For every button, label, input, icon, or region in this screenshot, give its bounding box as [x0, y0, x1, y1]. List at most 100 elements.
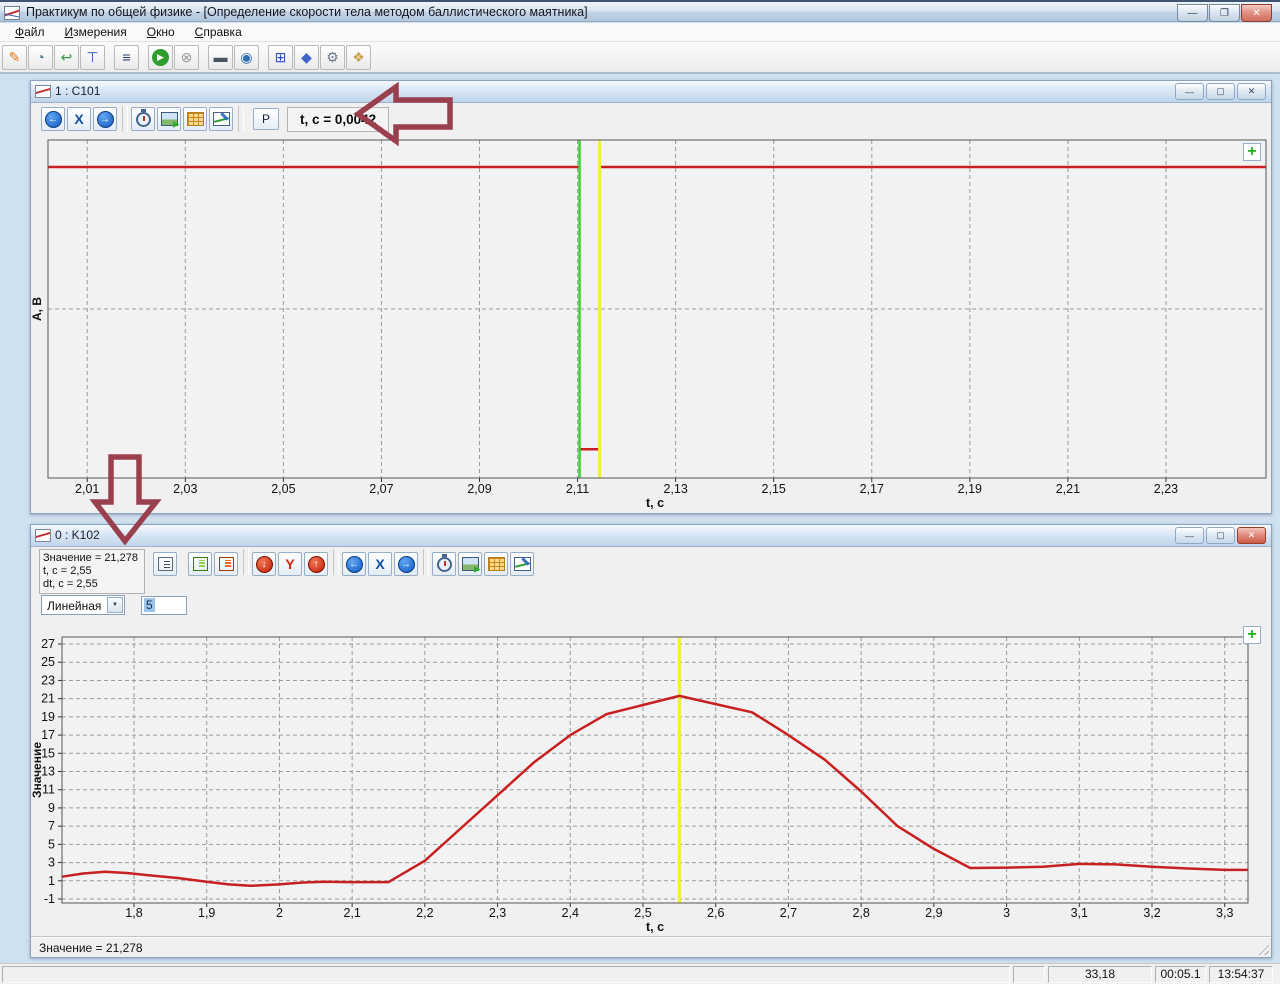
stop-measurement-button[interactable]: ⊗ [174, 45, 199, 70]
scroll-left-button[interactable]: ← [342, 552, 366, 576]
close-button[interactable]: ✕ [1237, 527, 1266, 544]
mdi-area: 1 : C101 —▢✕ ←X→ P t, c = 0,0042 2,012,0… [0, 74, 1280, 963]
status-value-panel: 33,18 [1048, 966, 1152, 983]
scroll-left-button[interactable]: ← [41, 107, 65, 131]
undo-calibration-button[interactable]: ↩ [54, 45, 79, 70]
minimize-button[interactable]: — [1177, 4, 1208, 22]
scale-down-button[interactable]: ↓ [252, 552, 276, 576]
k102-title-bar[interactable]: 0 : K102 —▢✕ [31, 525, 1271, 547]
scroll-right-button[interactable]: → [394, 552, 418, 576]
status-clock-panel: 13:54:37 [1209, 966, 1273, 983]
camera-button[interactable]: ◉ [234, 45, 259, 70]
list-red-button[interactable] [214, 552, 238, 576]
p-button[interactable]: P [253, 108, 279, 130]
stopwatch-button[interactable] [432, 552, 456, 576]
x-tick-label: 2,19 [958, 482, 982, 496]
menu-measurements[interactable]: Измерения [55, 23, 137, 41]
stopwatch-button[interactable] [131, 107, 155, 131]
pencil-tool-button[interactable]: ✎ [2, 45, 27, 70]
values-list-button[interactable] [153, 552, 177, 576]
scroll-left-icon: ← [346, 556, 363, 573]
zoom-in-button[interactable]: + [1243, 143, 1261, 161]
table-button[interactable] [484, 552, 508, 576]
scenario-list-button[interactable]: ≡ [114, 45, 139, 70]
time-readout: t, c = 2,55 [43, 565, 141, 578]
k102-scale-group: ↓ Y↑ [252, 549, 330, 579]
y-tick-label: 3 [48, 856, 55, 870]
c101-chart[interactable]: 2,012,032,052,072,092,112,132,152,172,19… [31, 131, 1271, 518]
start-measurement-button[interactable]: ▶ [148, 45, 173, 70]
scale-down-icon: ↓ [256, 556, 273, 573]
maximize-button[interactable]: ▢ [1206, 83, 1235, 100]
chart-window-icon [35, 529, 51, 542]
x-tick-label: 2,05 [271, 482, 295, 496]
stopwatch-icon [437, 557, 452, 572]
cursor-readout-panel: Значение = 21,278 t, c = 2,55 dt, c = 2,… [39, 549, 145, 594]
y-axis-title: A, B [31, 297, 44, 321]
x-tick-label: 2,7 [780, 906, 797, 920]
minimize-button[interactable]: — [1175, 527, 1204, 544]
minimize-button[interactable]: — [1175, 83, 1204, 100]
k102-smoothing-row: Линейная ▼ 5 [31, 593, 1271, 617]
time-settings-button[interactable]: ◔ [28, 45, 53, 70]
main-toolbar: ✎◔↩⊤ ≡ ▶⊗ ▬◉ ⊞◆⚙❖ [0, 42, 1280, 74]
help-book-button[interactable]: ❖ [346, 45, 371, 70]
scale-up-button[interactable]: ↑ [304, 552, 328, 576]
zoom-in-button[interactable]: + [1243, 626, 1261, 644]
pulse-width-readout: t, c = 0,0042 [287, 107, 389, 132]
menu-bar: ФайлИзмеренияОкноСправка [0, 23, 1280, 42]
x-tick-label: 2,17 [860, 482, 884, 496]
x-tick-label: 3,2 [1143, 906, 1160, 920]
chevron-down-icon[interactable]: ▼ [107, 597, 123, 613]
x-tick-label: 2,15 [762, 482, 786, 496]
table-icon [488, 557, 505, 571]
list-green-button[interactable] [188, 552, 212, 576]
k102-nav-group: ← X → [342, 549, 420, 579]
edit-chart-icon [213, 112, 230, 126]
export-image-icon [462, 557, 479, 571]
export-image-button[interactable] [458, 552, 482, 576]
chart-canvas: 2,012,032,052,072,092,112,132,152,172,19… [31, 131, 1271, 513]
edit-chart-button[interactable] [510, 552, 534, 576]
zoom-x-button[interactable]: X [67, 107, 91, 131]
smoothing-select[interactable]: Линейная ▼ [41, 595, 125, 615]
x-axis-title: t, c [646, 496, 664, 510]
package-button[interactable]: ◆ [294, 45, 319, 70]
scroll-right-button[interactable]: → [93, 107, 117, 131]
console-button[interactable]: ▬ [208, 45, 233, 70]
value-readout: Значение = 21,278 [43, 552, 141, 565]
scroll-left-icon: ← [45, 111, 62, 128]
maximize-button[interactable]: ▢ [1206, 527, 1235, 544]
menu-file[interactable]: Файл [5, 23, 55, 41]
scroll-right-icon: → [398, 556, 415, 573]
window-controls: —❐✕ [1177, 4, 1272, 22]
k102-title: 0 : K102 [55, 525, 100, 546]
c101-title-bar[interactable]: 1 : C101 —▢✕ [31, 81, 1271, 103]
y-tick-label: 17 [41, 728, 55, 742]
resize-grip[interactable] [1256, 942, 1269, 955]
options-button[interactable]: ⚙ [320, 45, 345, 70]
k102-list-group [153, 549, 240, 579]
title-bar: Практикум по общей физике - [Определение… [0, 0, 1280, 22]
x-tick-label: 2,3 [489, 906, 506, 920]
close-button[interactable]: ✕ [1241, 4, 1272, 22]
sensor-setup-button[interactable]: ⊤ [80, 45, 105, 70]
export-image-button[interactable] [157, 107, 181, 131]
k102-status-text: Значение = 21,278 [39, 941, 143, 955]
c101-nav-group: ← X→ [41, 104, 119, 134]
x-tick-label: 2,23 [1154, 482, 1178, 496]
edit-chart-button[interactable] [209, 107, 233, 131]
menu-window[interactable]: Окно [137, 23, 185, 41]
scale-y-button[interactable]: Y [278, 552, 302, 576]
child-window-c101: 1 : C101 —▢✕ ←X→ P t, c = 0,0042 2,012,0… [30, 80, 1272, 514]
zoom-x-button[interactable]: X [368, 552, 392, 576]
x-tick-label: 2,9 [925, 906, 942, 920]
close-button[interactable]: ✕ [1237, 83, 1266, 100]
points-input[interactable]: 5 [141, 596, 187, 615]
table-button[interactable] [183, 107, 207, 131]
tree-view-button[interactable]: ⊞ [268, 45, 293, 70]
k102-chart[interactable]: -1135791113151719212325271,81,922,12,22,… [31, 619, 1271, 944]
application-window: Практикум по общей физике - [Определение… [0, 0, 1280, 984]
restore-button[interactable]: ❐ [1209, 4, 1240, 22]
menu-help[interactable]: Справка [185, 23, 252, 41]
